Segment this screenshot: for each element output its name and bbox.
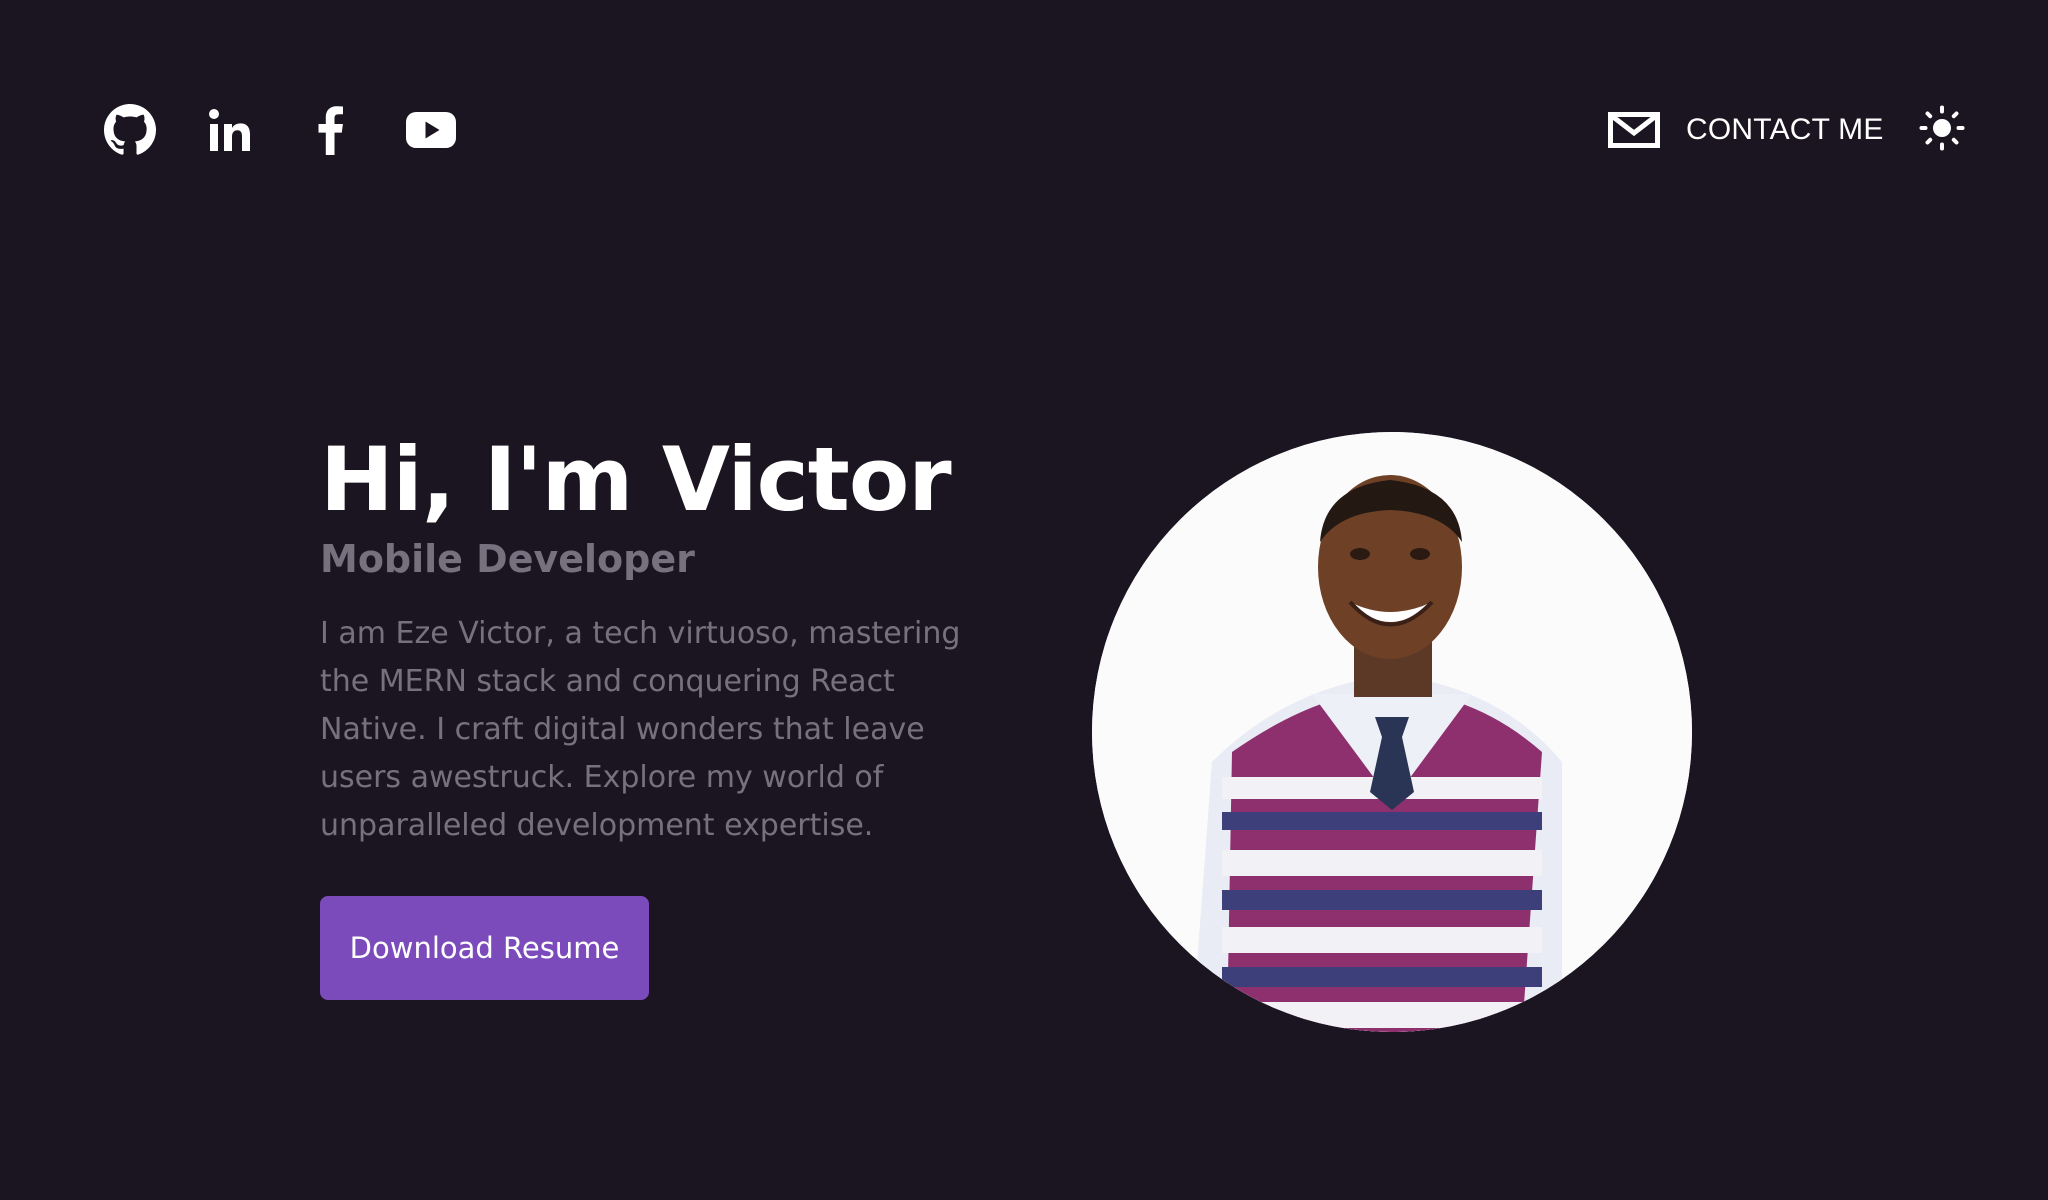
profile-photo [1092, 432, 1692, 1032]
hero-description: I am Eze Victor, a tech virtuoso, master… [320, 616, 961, 843]
hero-title: Hi, I'm Victor [320, 428, 952, 531]
youtube-link[interactable] [403, 104, 459, 156]
github-icon [104, 104, 156, 156]
mail-icon [1608, 112, 1660, 148]
page: CONTACT ME Hi, I'm Victor Mobile Develop… [0, 0, 2048, 1200]
top-bar: CONTACT ME [0, 0, 2048, 260]
youtube-icon [406, 111, 456, 149]
facebook-link[interactable] [304, 104, 356, 156]
download-resume-button[interactable]: Download Resume [320, 896, 649, 1000]
contact-me-label: CONTACT ME [1686, 113, 1884, 146]
theme-toggle-button[interactable] [1918, 104, 1966, 156]
sun-icon [1919, 105, 1965, 155]
hero-role: Mobile Developer [320, 537, 695, 581]
hero-section: Hi, I'm Victor Mobile Developer I am Eze… [320, 420, 1000, 850]
facebook-icon [315, 105, 345, 155]
contact-me-button[interactable]: CONTACT ME [1608, 104, 1884, 156]
linkedin-link[interactable] [205, 104, 257, 156]
linkedin-icon [208, 107, 254, 153]
github-link[interactable] [104, 104, 156, 156]
